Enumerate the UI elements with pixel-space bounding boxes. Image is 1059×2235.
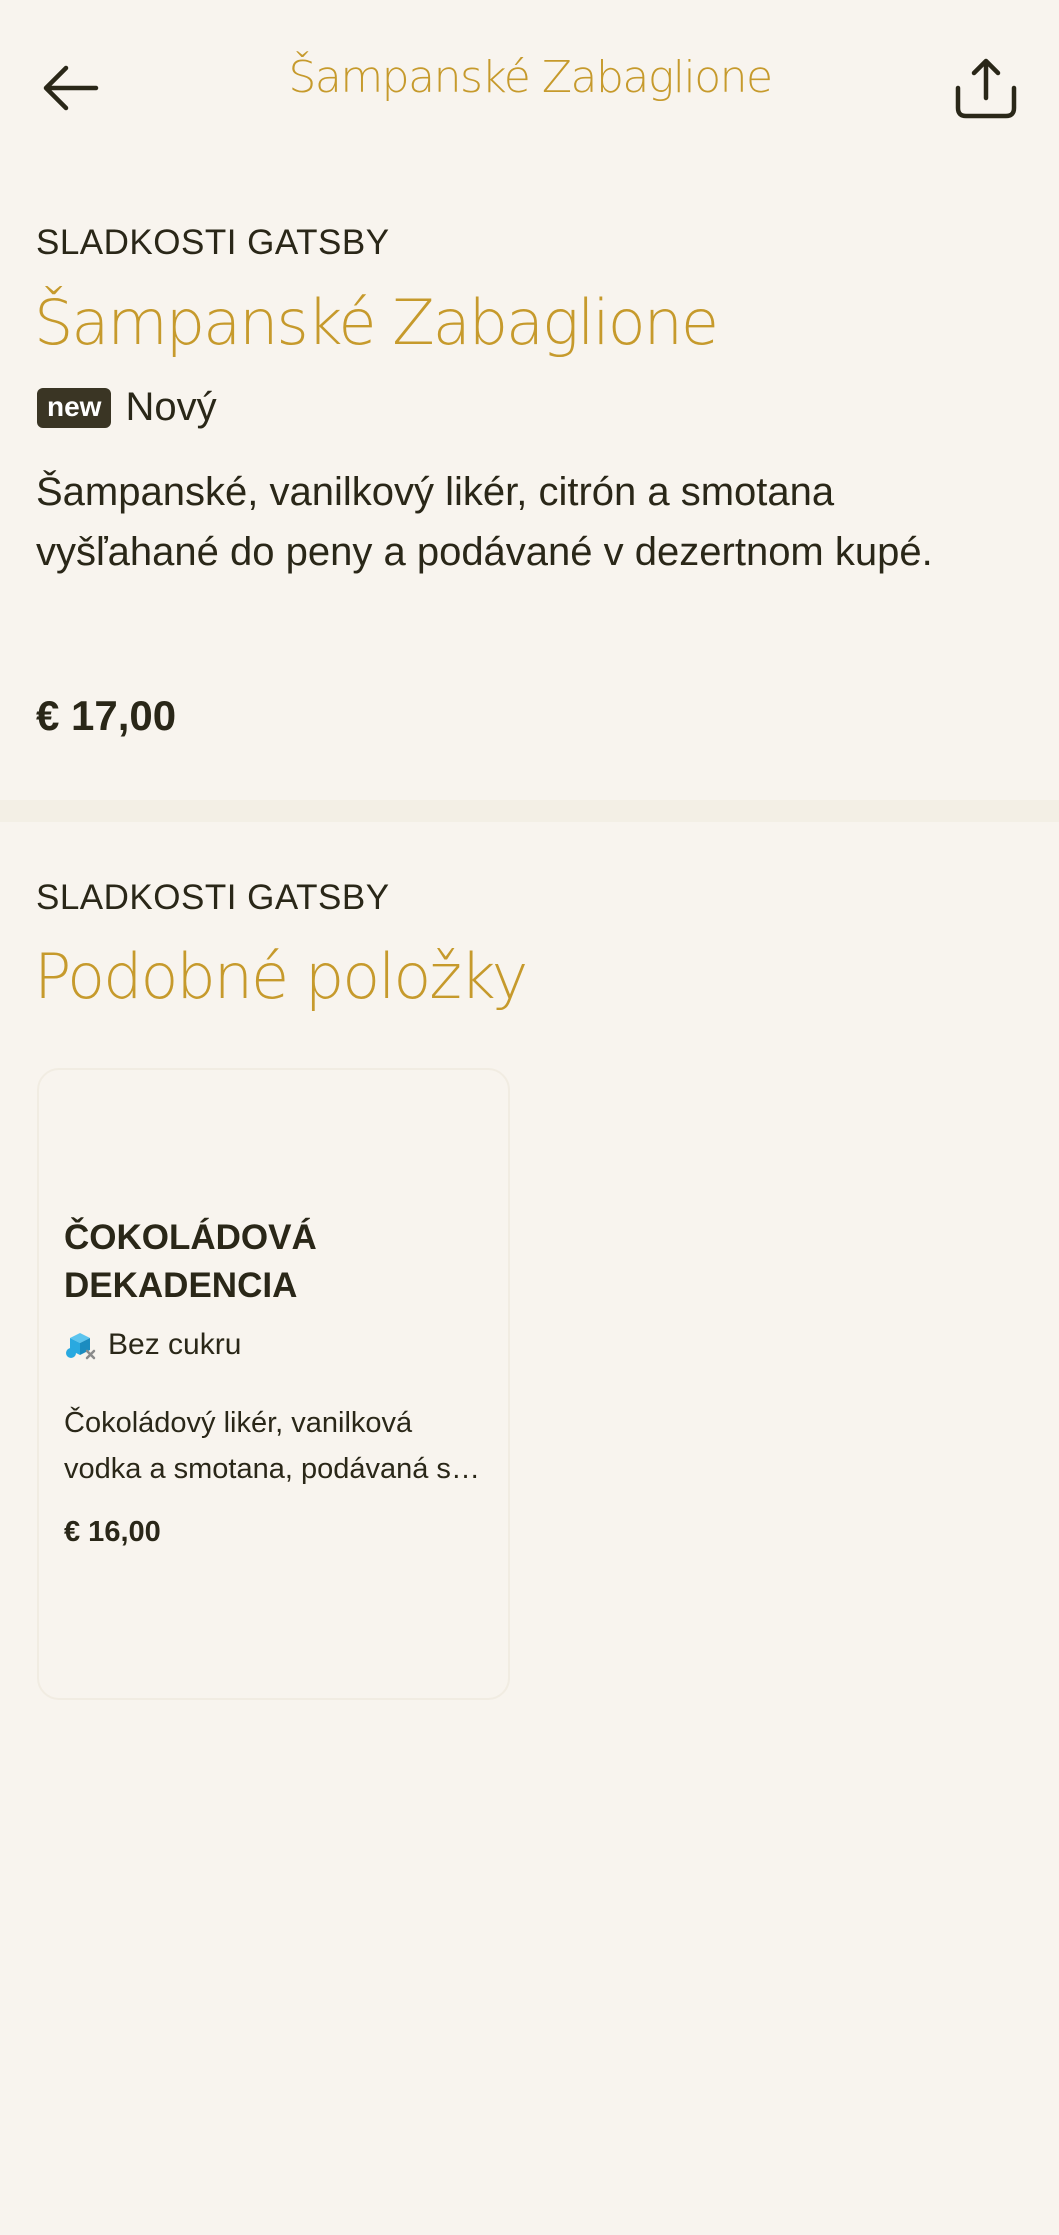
item-detail: SLADKOSTI GATSBY Šampanské Zabaglione ne…	[0, 170, 1059, 800]
item-badge-row: new Nový	[37, 385, 217, 430]
similar-items-section: SLADKOSTI GATSBY Podobné položky ČOKOLÁD…	[0, 822, 1059, 2235]
section-divider	[0, 800, 1059, 822]
similar-item-description: Čokoládový likér, vanilková vodka a smot…	[64, 1407, 451, 1485]
new-badge-label: Nový	[125, 385, 217, 429]
header-title: Šampanské Zabaglione	[288, 52, 773, 103]
top-bar: Šampanské Zabaglione	[0, 0, 1059, 170]
arrow-left-icon	[43, 65, 99, 111]
similar-item-card[interactable]: ČOKOLÁDOVÁ DEKADENCIA Bez cukru Čokoládo…	[37, 1068, 510, 1700]
item-title: Šampanské Zabaglione	[34, 286, 719, 359]
share-button[interactable]	[940, 44, 1032, 132]
similar-item-price: € 16,00	[64, 1516, 161, 1548]
item-description: Šampanské, vanilkový likér, citrón a smo…	[36, 470, 933, 574]
sugar-free-icon	[66, 1333, 96, 1360]
back-button[interactable]	[30, 48, 110, 128]
item-category: SLADKOSTI GATSBY	[36, 223, 390, 262]
new-badge: new	[37, 387, 112, 428]
share-icon	[955, 58, 1017, 119]
similar-item-tag-label: Bez cukru	[108, 1328, 242, 1361]
similar-category: SLADKOSTI GATSBY	[36, 878, 390, 917]
similar-item-name: ČOKOLÁDOVÁ DEKADENCIA	[64, 1218, 317, 1305]
similar-item-tag: Bez cukru	[64, 1328, 241, 1362]
item-price: € 17,00	[36, 692, 177, 739]
similar-title: Podobné položky	[34, 940, 528, 1013]
